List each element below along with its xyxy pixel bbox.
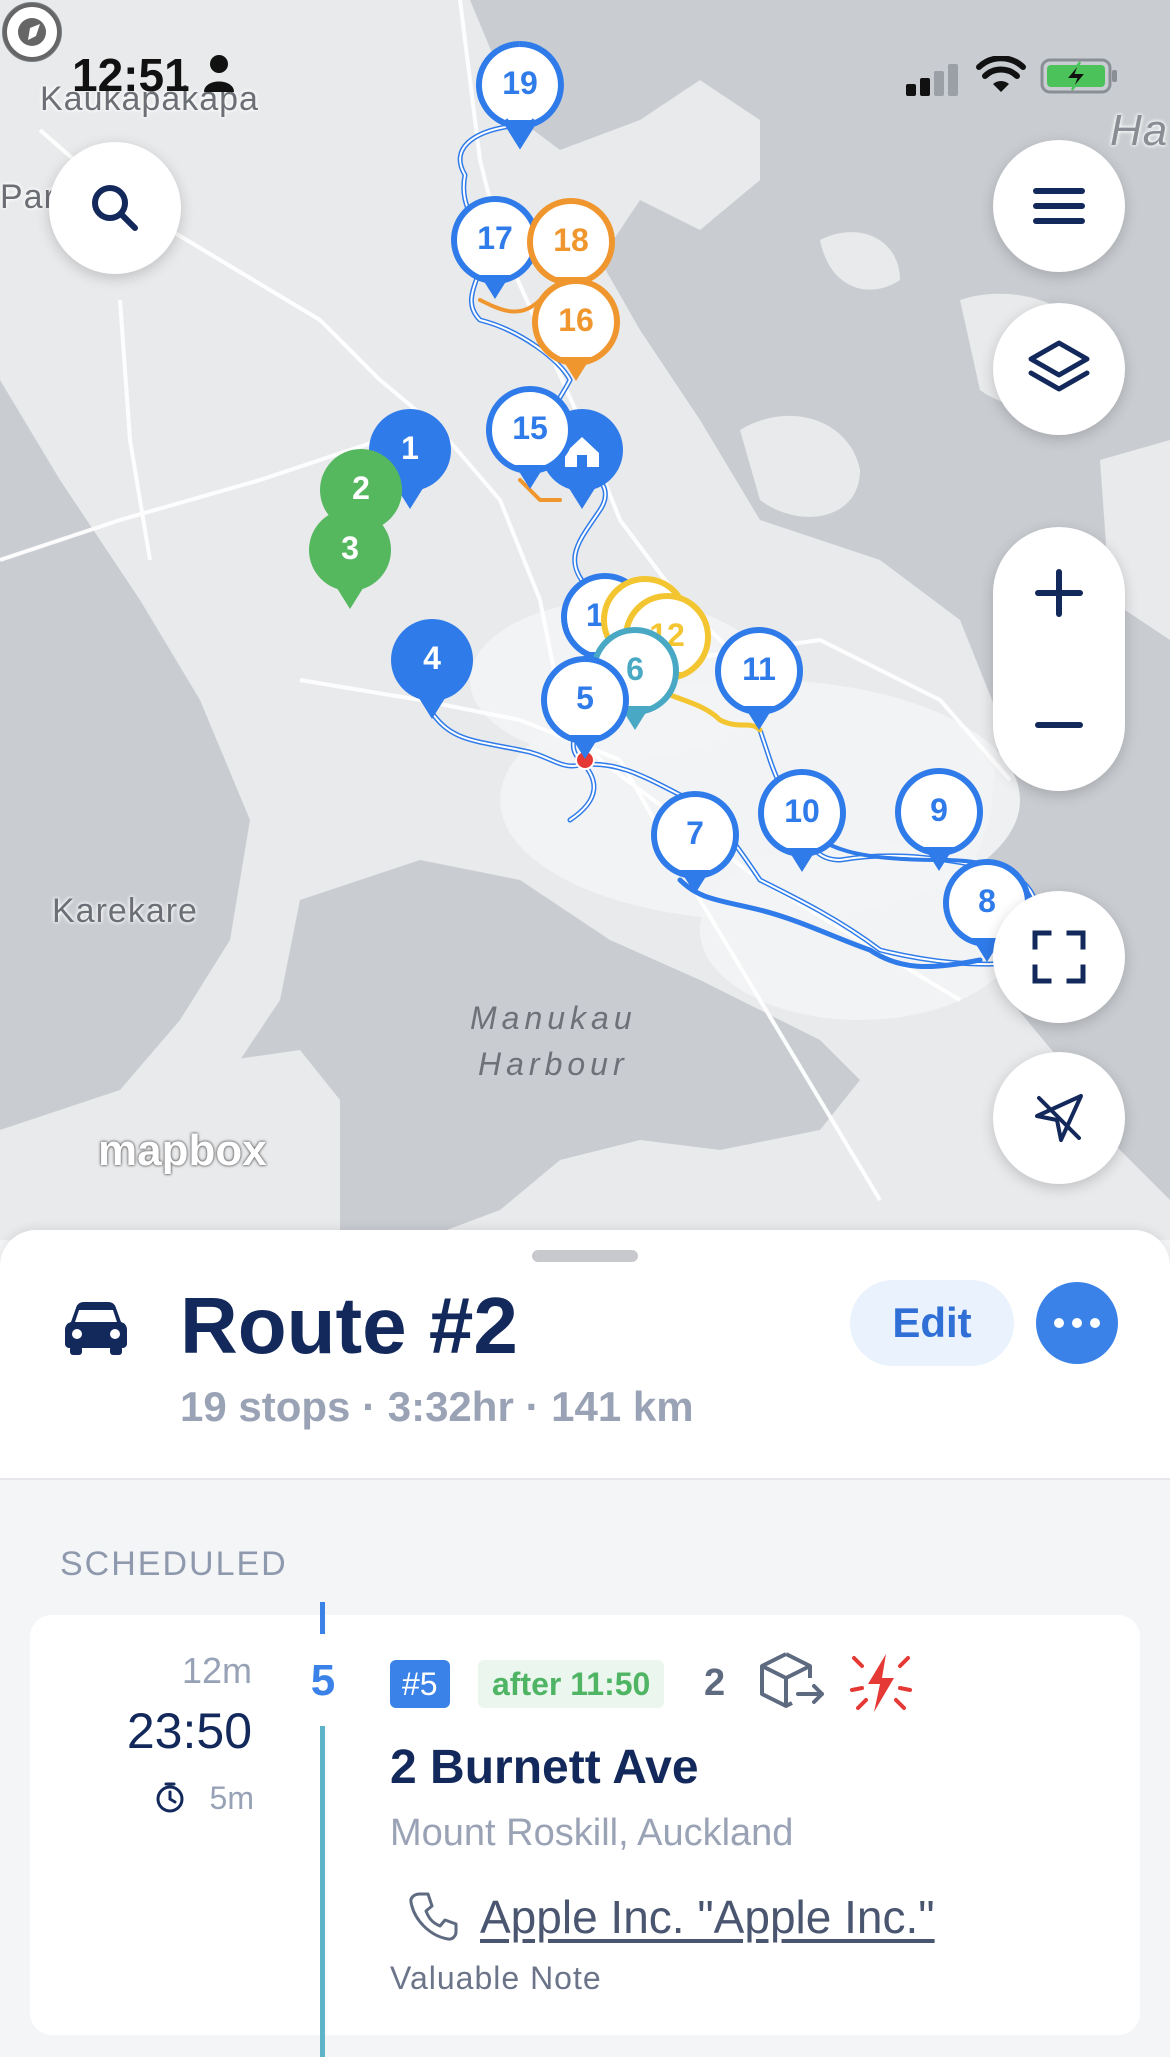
map-marker-7[interactable]: 7: [650, 790, 740, 900]
package-pickup-icon: [760, 1652, 824, 1708]
plus-icon: [1035, 569, 1083, 617]
zoom-control: [993, 527, 1125, 791]
place-label: Karekare: [52, 892, 198, 930]
signal-icon: [906, 64, 958, 96]
harbour-label: Manukau Harbour: [470, 995, 637, 1087]
route-summary: 19 stops · 3:32hr · 141 km: [180, 1383, 694, 1430]
marker-label: 9: [930, 791, 948, 828]
map-marker-3[interactable]: 3: [305, 505, 395, 615]
car-icon: [65, 1302, 127, 1355]
marker-label: 7: [686, 814, 704, 851]
stop-city: Mount Roskill, Auckland: [390, 1812, 794, 1854]
hamburger-menu-icon: [1033, 188, 1085, 224]
more-options-button[interactable]: [1036, 1282, 1118, 1364]
phone-icon[interactable]: [406, 1890, 460, 1944]
minus-icon: [1035, 722, 1083, 728]
stop-address: 2 Burnett Ave: [390, 1741, 699, 1794]
timeline-segment: [320, 1602, 325, 1634]
sheet-grabber[interactable]: [532, 1250, 638, 1262]
zoom-out-button[interactable]: [993, 659, 1125, 791]
stop-note: Valuable Note: [390, 1960, 602, 1996]
marker-label: 16: [558, 301, 594, 338]
menu-button[interactable]: [993, 140, 1125, 272]
fit-route-button[interactable]: [993, 891, 1125, 1023]
fullscreen-icon: [1032, 930, 1086, 984]
time-window-badge: after 11:50: [478, 1660, 665, 1708]
marker-label: 3: [341, 529, 359, 566]
contact-link[interactable]: Apple Inc. "Apple Inc.": [480, 1890, 935, 1944]
marker-label: 11: [742, 650, 776, 687]
search-button[interactable]: [49, 142, 181, 274]
marker-label: 15: [512, 409, 548, 446]
priority-bolt-icon: [850, 1654, 912, 1712]
marker-label: 18: [553, 221, 589, 258]
search-icon: [92, 185, 138, 231]
battery-charging-icon: [1040, 58, 1117, 94]
stop-number: 5: [310, 1656, 336, 1705]
marker-label: 5: [576, 679, 594, 716]
map-marker-15[interactable]: 15: [485, 385, 575, 495]
marker-label: 4: [423, 639, 441, 676]
status-bar: 12:51: [0, 0, 1170, 140]
travel-time: 12m: [181, 1650, 252, 1691]
ellipsis-icon: [1054, 1318, 1100, 1328]
timeline-segment: [320, 1726, 325, 2057]
harbour-label-line1: Manukau: [470, 1000, 637, 1036]
wifi-icon: [976, 56, 1026, 92]
layers-icon: [1028, 340, 1090, 392]
map-marker-16[interactable]: 16: [531, 277, 621, 387]
section-header: SCHEDULED: [60, 1545, 288, 1583]
status-time: 12:51: [72, 49, 190, 101]
person-icon: [204, 55, 234, 92]
map-marker-11[interactable]: 11: [714, 626, 804, 736]
marker-label: 10: [784, 792, 820, 829]
map-marker-4[interactable]: 4: [387, 615, 477, 725]
eta-time: 23:50: [126, 1703, 252, 1759]
map-marker-10[interactable]: 10: [757, 768, 847, 878]
route-title: Route #2: [180, 1281, 518, 1370]
stop-duration: 5m: [209, 1780, 254, 1816]
location-off-icon: [1035, 1094, 1083, 1142]
package-count: 2: [704, 1662, 726, 1704]
place-label: Par: [0, 178, 56, 216]
zoom-in-button[interactable]: [993, 527, 1125, 659]
map-layers-button[interactable]: [993, 303, 1125, 435]
mapbox-logo-text: mapbox: [98, 1126, 267, 1175]
stop-id-badge: #5: [390, 1660, 450, 1708]
harbour-label-line2: Harbour: [478, 1046, 629, 1082]
edit-route-button[interactable]: Edit: [850, 1280, 1014, 1366]
location-button[interactable]: [993, 1052, 1125, 1184]
map-marker-5[interactable]: 5: [540, 655, 630, 765]
